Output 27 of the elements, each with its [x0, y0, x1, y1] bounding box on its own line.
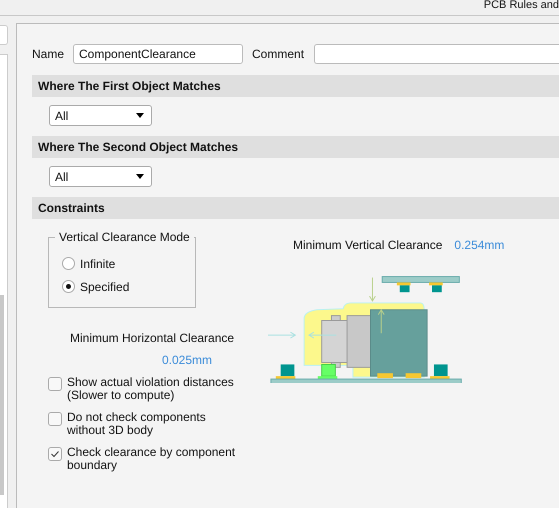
radio-label[interactable]: Specified: [80, 280, 130, 294]
checkmark-icon: [50, 449, 60, 459]
checkbox[interactable]: [48, 447, 62, 461]
object-dropdown[interactable]: All: [49, 166, 152, 187]
caret-icon: [136, 113, 144, 118]
scrollbar-thumb[interactable]: [0, 295, 4, 495]
name-field[interactable]: ComponentClearance: [73, 44, 244, 64]
section-header: Where The Second Object Matches: [32, 136, 559, 158]
caret-icon: [136, 174, 144, 179]
vertical-clearance-label: Minimum Vertical Clearance: [293, 238, 442, 252]
comment-label: Comment: [252, 47, 304, 61]
checkbox-label[interactable]: Show actual violation distances (Slower to compute): [67, 376, 239, 402]
checkbox-label[interactable]: Do not check components without 3D body: [67, 411, 239, 437]
radio-button[interactable]: [62, 280, 75, 293]
radio-button[interactable]: [62, 257, 75, 270]
checkbox[interactable]: [48, 412, 62, 426]
group-title: Vertical Clearance Mode: [55, 230, 194, 244]
window-title: PCB Rules and: [484, 0, 559, 11]
comment-field[interactable]: [314, 44, 559, 64]
horizontal-clearance-label: Minimum Horizontal Clearance: [70, 331, 236, 345]
checkbox[interactable]: [48, 377, 62, 391]
checkbox-label[interactable]: Check clearance by component boundary: [67, 446, 239, 472]
name-label: Name: [32, 47, 64, 61]
object-dropdown[interactable]: All: [49, 105, 152, 126]
section-header: Where The First Object Matches: [32, 75, 559, 97]
section-header: Constraints: [32, 197, 559, 219]
radio-label[interactable]: Infinite: [80, 256, 116, 270]
